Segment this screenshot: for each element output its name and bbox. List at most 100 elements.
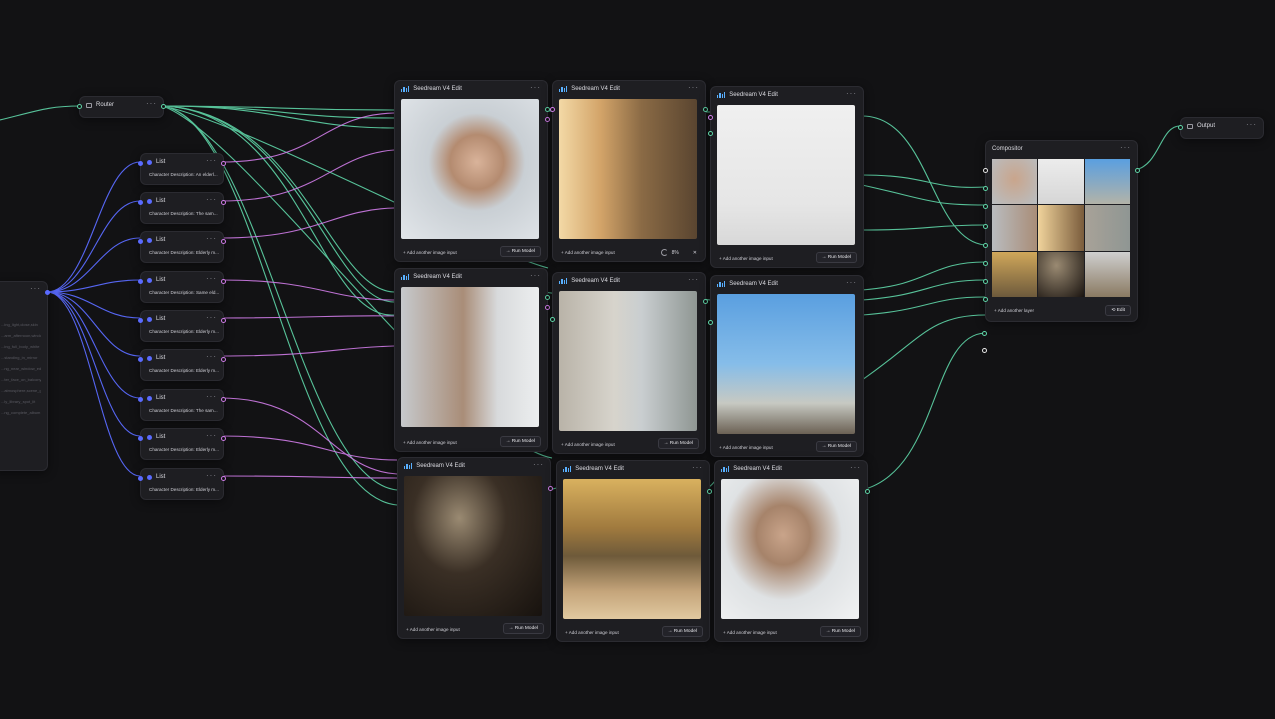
compositor-input-port[interactable] — [983, 204, 988, 209]
more-options-icon[interactable]: ··· — [1120, 143, 1131, 152]
list-node[interactable]: List ··· Character Description: Elderly … — [138, 310, 226, 342]
list-output-port[interactable] — [221, 436, 226, 441]
input-port[interactable] — [550, 317, 555, 322]
compositor-input-port[interactable] — [982, 348, 987, 353]
seedream-node[interactable]: Seedream V4 Edit ··· + Add another image… — [550, 272, 708, 454]
output-port[interactable] — [545, 305, 550, 310]
more-options-icon[interactable]: ··· — [206, 352, 217, 361]
more-options-icon[interactable]: ··· — [530, 83, 541, 92]
seedream-node[interactable]: Seedream V4 Edit ··· + Add another image… — [550, 80, 708, 262]
run-model-button[interactable]: → Run Model — [815, 441, 857, 452]
list-node[interactable]: List ··· Character Description: Same eld… — [138, 271, 226, 303]
router-output-port[interactable] — [161, 104, 166, 109]
list-output-port[interactable] — [221, 239, 226, 244]
input-port[interactable] — [708, 115, 713, 120]
list-input-port[interactable] — [138, 357, 143, 362]
compositor-input-port[interactable] — [983, 186, 988, 191]
add-image-input-link[interactable]: + Add another image input — [403, 250, 457, 255]
more-options-icon[interactable]: ··· — [206, 274, 217, 283]
router-node[interactable]: Router ··· — [77, 96, 166, 118]
input-node[interactable]: ··· ...ing_light,close,skin ...arm_after… — [0, 281, 50, 471]
add-image-input-link[interactable]: + Add another image input — [406, 627, 460, 632]
list-output-port[interactable] — [221, 357, 226, 362]
more-options-icon[interactable]: ··· — [533, 460, 544, 469]
more-options-icon[interactable]: ··· — [846, 89, 857, 98]
output-port[interactable] — [703, 299, 708, 304]
output-port[interactable] — [548, 486, 553, 491]
compositor-output-port[interactable] — [1135, 168, 1140, 173]
list-output-port[interactable] — [221, 397, 226, 402]
more-options-icon[interactable]: ··· — [206, 471, 217, 480]
compositor-input-port[interactable] — [983, 279, 988, 284]
list-output-port[interactable] — [221, 200, 226, 205]
more-options-icon[interactable]: ··· — [206, 234, 217, 243]
add-image-input-link[interactable]: + Add another image input — [561, 250, 615, 255]
more-options-icon[interactable]: ··· — [1246, 120, 1257, 129]
compositor-input-port[interactable] — [982, 331, 987, 336]
router-input-port[interactable] — [77, 104, 82, 109]
run-model-button[interactable]: → Run Model — [815, 252, 857, 263]
seedream-node[interactable]: Seedream V4 Edit ··· + Add another image… — [556, 460, 712, 642]
run-model-button[interactable]: → Run Model — [657, 438, 699, 449]
compositor-input-port[interactable] — [983, 224, 988, 229]
input-port[interactable] — [550, 107, 555, 112]
list-node[interactable]: List ··· Character Description: Elderly … — [138, 468, 226, 500]
input-node-output-port[interactable] — [45, 290, 50, 295]
output-node[interactable]: Output ··· — [1178, 117, 1264, 139]
list-node[interactable]: List ··· Character Description: The sam.… — [138, 192, 226, 224]
output-port[interactable] — [545, 117, 550, 122]
list-node[interactable]: List ··· Character Description: An elder… — [138, 153, 226, 185]
list-input-port[interactable] — [138, 161, 143, 166]
run-model-button[interactable]: → Run Model — [661, 626, 703, 637]
more-options-icon[interactable]: ··· — [688, 275, 699, 284]
output-port[interactable] — [865, 489, 870, 494]
compositor-input-port[interactable] — [983, 243, 988, 248]
list-input-port[interactable] — [138, 279, 143, 284]
list-input-port[interactable] — [138, 397, 143, 402]
more-options-icon[interactable]: ··· — [530, 271, 541, 280]
more-options-icon[interactable]: ··· — [30, 284, 41, 293]
compositor-node[interactable]: Compositor ··· + Add another layer ⟲ Edi… — [983, 140, 1140, 322]
output-port[interactable] — [545, 295, 550, 300]
input-port[interactable] — [708, 320, 713, 325]
close-icon[interactable]: ✕ — [693, 250, 697, 256]
add-image-input-link[interactable]: + Add another image input — [565, 630, 619, 635]
input-port[interactable] — [708, 131, 713, 136]
seedream-node[interactable]: Seedream V4 Edit ··· + Add another image… — [394, 268, 550, 452]
compositor-input-port[interactable] — [983, 168, 988, 173]
add-image-input-link[interactable]: + Add another image input — [561, 442, 615, 447]
output-input-port[interactable] — [1178, 125, 1183, 130]
more-options-icon[interactable]: ··· — [206, 313, 217, 322]
more-options-icon[interactable]: ··· — [206, 392, 217, 401]
add-image-input-link[interactable]: + Add another image input — [719, 256, 773, 261]
compositor-input-port[interactable] — [983, 261, 988, 266]
list-input-port[interactable] — [138, 318, 143, 323]
more-options-icon[interactable]: ··· — [146, 99, 157, 108]
list-output-port[interactable] — [221, 161, 226, 166]
output-port[interactable] — [703, 107, 708, 112]
list-input-port[interactable] — [138, 200, 143, 205]
more-options-icon[interactable]: ··· — [206, 195, 217, 204]
more-options-icon[interactable]: ··· — [850, 463, 861, 472]
more-options-icon[interactable]: ··· — [206, 156, 217, 165]
add-layer-link[interactable]: + Add another layer — [994, 308, 1034, 313]
add-image-input-link[interactable]: + Add another image input — [719, 445, 773, 450]
seedream-node[interactable]: Seedream V4 Edit ··· + Add another image… — [708, 86, 864, 268]
compositor-input-port[interactable] — [983, 297, 988, 302]
more-options-icon[interactable]: ··· — [206, 431, 217, 440]
list-node[interactable]: List ··· Character Description: The sam.… — [138, 389, 226, 421]
more-options-icon[interactable]: ··· — [688, 83, 699, 92]
more-options-icon[interactable]: ··· — [692, 463, 703, 472]
seedream-node[interactable]: Seedream V4 Edit ··· + Add another image… — [708, 275, 864, 457]
edit-button[interactable]: ⟲ Edit — [1105, 305, 1131, 316]
run-model-button[interactable]: → Run Model — [499, 246, 541, 257]
seedream-node[interactable]: Seedream V4 Edit ··· + Add another image… — [394, 80, 550, 262]
list-input-port[interactable] — [138, 476, 143, 481]
seedream-node[interactable]: Seedream V4 Edit ··· + Add another image… — [397, 457, 553, 639]
list-node[interactable]: List ··· Character Description: Elderly … — [138, 349, 226, 381]
run-model-button[interactable]: → Run Model — [499, 436, 541, 447]
run-model-button[interactable]: → Run Model — [819, 626, 861, 637]
list-input-port[interactable] — [138, 239, 143, 244]
list-input-port[interactable] — [138, 436, 143, 441]
list-output-port[interactable] — [221, 318, 226, 323]
